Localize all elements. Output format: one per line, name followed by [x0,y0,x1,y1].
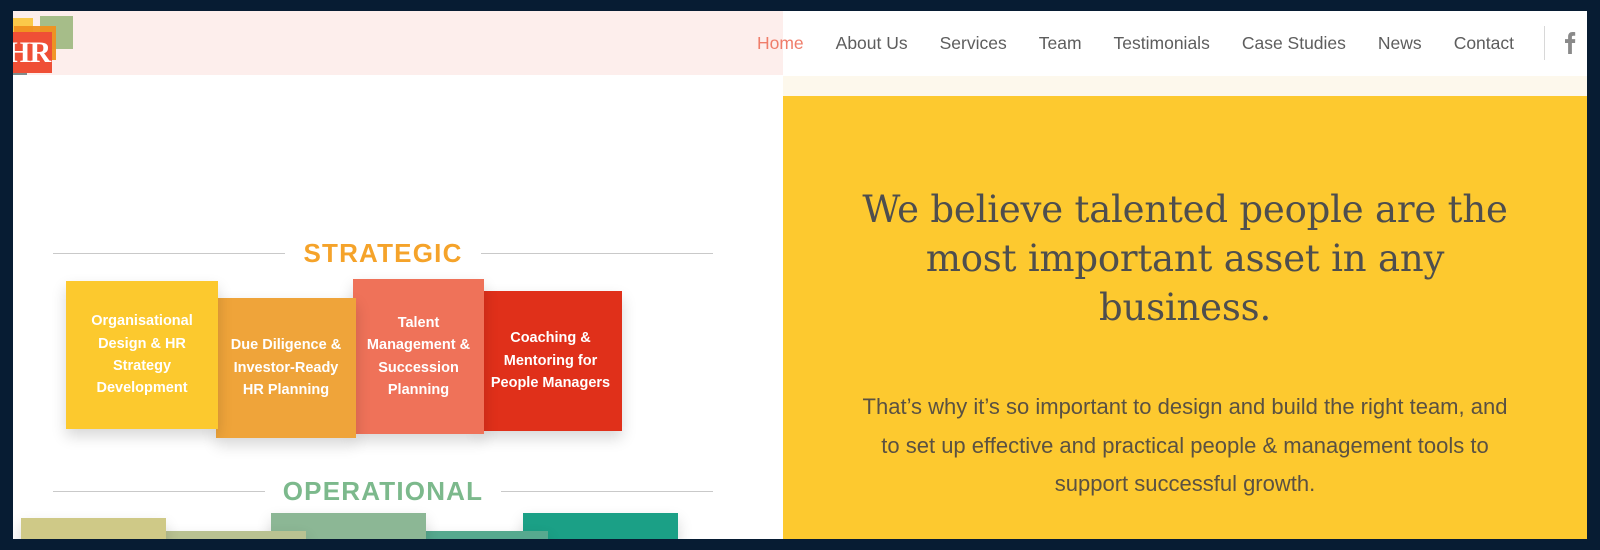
site-logo[interactable]: rpose HR [13,16,213,75]
divider-rule-right [480,253,714,254]
main-navigation: Home About Us Services Team Testimonials… [741,11,1587,75]
service-card-contracts[interactable]: Contracts [21,518,166,539]
nav-item-case-studies[interactable]: Case Studies [1226,11,1362,75]
services-diagram-panel: STRATEGIC Organisational Design & HR Str… [13,76,783,539]
hero-top-strip [783,76,1587,96]
hero-body-text: That’s why it’s so important to design a… [862,394,1508,497]
logo-mark: HR [13,16,73,75]
nav-item-testimonials[interactable]: Testimonials [1098,11,1226,75]
service-card-organisational-design[interactable]: Organisational Design & HR Strategy Deve… [66,281,218,429]
nav-item-about-us[interactable]: About Us [820,11,924,75]
logo-hr-text: HR [13,35,51,69]
nav-item-contact[interactable]: Contact [1438,11,1530,75]
nav-item-home[interactable]: Home [741,11,820,75]
service-card-coaching-mentoring[interactable]: Coaching & Mentoring for People Managers [479,291,622,431]
service-card-operational-2[interactable] [161,531,306,539]
divider-rule-right [501,491,713,492]
strategic-section-header: STRATEGIC [53,238,714,269]
operational-section-header: OPERATIONAL [53,476,713,507]
browser-viewport: rpose HR Home About Us Services Team Tes… [13,11,1587,539]
nav-divider [1544,26,1545,60]
hero-background: We believe talented people are the most … [783,96,1587,539]
service-card-due-diligence[interactable]: Due Diligence & Investor-Ready HR Planni… [216,298,356,438]
hero-content: We believe talented people are the most … [857,96,1513,504]
nav-item-team[interactable]: Team [1023,11,1098,75]
nav-item-news[interactable]: News [1362,11,1438,75]
service-card-talent-management[interactable]: Talent Management & Succession Planning [353,279,484,434]
logo-square-red-icon: HR [13,32,52,73]
operational-label: OPERATIONAL [282,476,484,506]
hero-panel: We believe talented people are the most … [783,76,1587,539]
site-header: rpose HR Home About Us Services Team Tes… [13,11,1587,77]
nav-item-services[interactable]: Services [924,11,1023,75]
strategic-label: STRATEGIC [303,238,463,268]
facebook-icon[interactable] [1553,11,1587,75]
divider-rule-left [53,491,265,492]
hero-heading: We believe talented people are the most … [862,188,1508,329]
divider-rule-left [53,253,286,254]
